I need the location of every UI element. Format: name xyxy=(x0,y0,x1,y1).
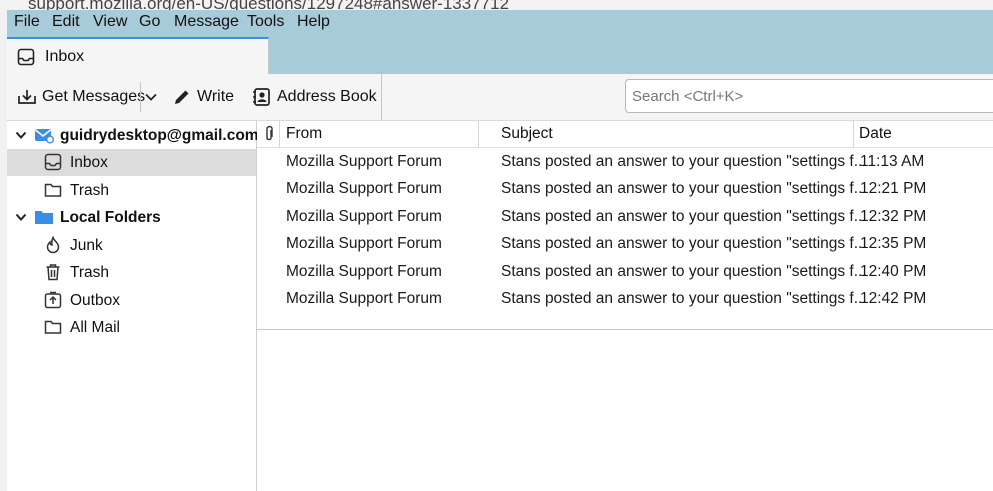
message-from: Mozilla Support Forum xyxy=(286,290,442,307)
tab-bar: Inbox xyxy=(7,34,993,74)
folder-label: Inbox xyxy=(70,153,108,171)
list-end-divider xyxy=(257,329,993,330)
message-subject: Stans posted an answer to your question … xyxy=(501,180,867,197)
local-folders-label: Local Folders xyxy=(60,208,161,226)
menu-view[interactable]: View xyxy=(93,13,127,31)
write-label: Write xyxy=(197,88,235,105)
toolbar-divider xyxy=(381,74,382,120)
inbox-icon xyxy=(17,48,35,66)
message-subject: Stans posted an answer to your question … xyxy=(501,235,867,252)
folder-label: Trash xyxy=(70,263,110,281)
folder-icon xyxy=(44,320,62,334)
chevron-down-icon[interactable] xyxy=(15,211,27,223)
table-row[interactable]: Mozilla Support Forum Stans posted an an… xyxy=(257,176,993,203)
column-divider[interactable] xyxy=(279,121,280,147)
search-box[interactable] xyxy=(625,79,993,113)
get-messages-dropdown[interactable] xyxy=(144,83,163,111)
message-subject: Stans posted an answer to your question … xyxy=(501,153,867,170)
folder-trash[interactable]: Trash xyxy=(7,177,256,204)
column-divider[interactable] xyxy=(853,121,854,147)
fire-icon xyxy=(46,236,60,254)
folder-icon xyxy=(44,183,62,197)
menubar: File Edit View Go Message Tools Help xyxy=(7,10,993,34)
menu-tools[interactable]: Tools xyxy=(247,13,284,31)
folder-outbox[interactable]: Outbox xyxy=(7,287,256,314)
pencil-icon xyxy=(175,90,189,104)
background-left-edge xyxy=(0,12,7,491)
table-row[interactable]: Mozilla Support Forum Stans posted an an… xyxy=(257,204,993,231)
column-header-subject[interactable]: Subject xyxy=(501,125,553,143)
menu-file[interactable]: File xyxy=(14,13,40,31)
message-date: 12:42 PM xyxy=(860,290,927,307)
folder-label: Trash xyxy=(70,181,110,199)
inbox-icon xyxy=(44,153,62,171)
message-from: Mozilla Support Forum xyxy=(286,208,442,225)
chevron-down-icon xyxy=(145,93,157,101)
message-from: Mozilla Support Forum xyxy=(286,180,442,197)
table-row[interactable]: Mozilla Support Forum Stans posted an an… xyxy=(257,149,993,176)
table-row[interactable]: Mozilla Support Forum Stans posted an an… xyxy=(257,259,993,286)
message-date: 12:40 PM xyxy=(860,263,927,280)
menu-go[interactable]: Go xyxy=(139,13,160,31)
message-from: Mozilla Support Forum xyxy=(286,263,442,280)
paperclip-icon[interactable] xyxy=(263,125,275,143)
folder-all-mail[interactable]: All Mail xyxy=(7,314,256,341)
folder-inbox[interactable]: Inbox xyxy=(7,149,256,176)
table-row[interactable]: Mozilla Support Forum Stans posted an an… xyxy=(257,286,993,313)
thunderbird-window: File Edit View Go Message Tools Help Inb… xyxy=(7,10,993,491)
tab-inbox[interactable]: Inbox xyxy=(7,37,269,74)
message-subject: Stans posted an answer to your question … xyxy=(501,290,867,307)
search-input[interactable] xyxy=(626,80,993,112)
download-tray-icon xyxy=(18,90,36,104)
tab-label: Inbox xyxy=(45,48,85,65)
message-subject: Stans posted an answer to your question … xyxy=(501,263,867,280)
menu-help[interactable]: Help xyxy=(297,13,330,31)
menu-message[interactable]: Message xyxy=(174,13,239,31)
message-subject: Stans posted an answer to your question … xyxy=(501,208,867,225)
mail-account-icon xyxy=(35,129,54,144)
trash-icon xyxy=(46,264,60,281)
local-folder-icon xyxy=(35,211,53,224)
toolbar-divider xyxy=(140,82,141,112)
get-messages-label: Get Messages xyxy=(42,88,146,105)
folder-pane: guidrydesktop@gmail.com Inbox Trash Loca… xyxy=(7,121,259,491)
column-divider[interactable] xyxy=(478,121,479,147)
folder-label: All Mail xyxy=(70,318,120,336)
folder-local-folders[interactable]: Local Folders xyxy=(7,204,256,231)
menu-edit[interactable]: Edit xyxy=(52,13,80,31)
folder-junk[interactable]: Junk xyxy=(7,232,256,259)
address-book-label: Address Book xyxy=(277,88,377,105)
folder-local-trash[interactable]: Trash xyxy=(7,259,256,286)
get-messages-button[interactable]: Get Messages xyxy=(17,83,145,111)
column-header-date[interactable]: Date xyxy=(859,125,892,143)
mail-toolbar: Get Messages Write Address Book xyxy=(7,74,993,121)
thread-pane: From Subject Date Mozilla Support Forum … xyxy=(257,121,993,491)
folder-label: Junk xyxy=(70,236,103,254)
write-button[interactable]: Write xyxy=(172,83,234,111)
account-label: guidrydesktop@gmail.com xyxy=(60,126,259,144)
table-row[interactable]: Mozilla Support Forum Stans posted an an… xyxy=(257,231,993,258)
address-book-icon xyxy=(253,88,270,106)
message-from: Mozilla Support Forum xyxy=(286,153,442,170)
address-book-button[interactable]: Address Book xyxy=(252,83,377,111)
folder-account[interactable]: guidrydesktop@gmail.com xyxy=(7,122,259,149)
message-date: 12:32 PM xyxy=(860,208,927,225)
column-header-from[interactable]: From xyxy=(286,125,322,143)
folder-label: Outbox xyxy=(70,291,120,309)
message-date: 12:35 PM xyxy=(860,235,927,252)
chevron-down-icon[interactable] xyxy=(15,129,27,141)
message-from: Mozilla Support Forum xyxy=(286,235,442,252)
outbox-icon xyxy=(44,291,62,309)
message-date: 11:13 AM xyxy=(860,153,925,170)
message-date: 12:21 PM xyxy=(860,180,927,197)
thread-header: From Subject Date xyxy=(257,121,993,148)
